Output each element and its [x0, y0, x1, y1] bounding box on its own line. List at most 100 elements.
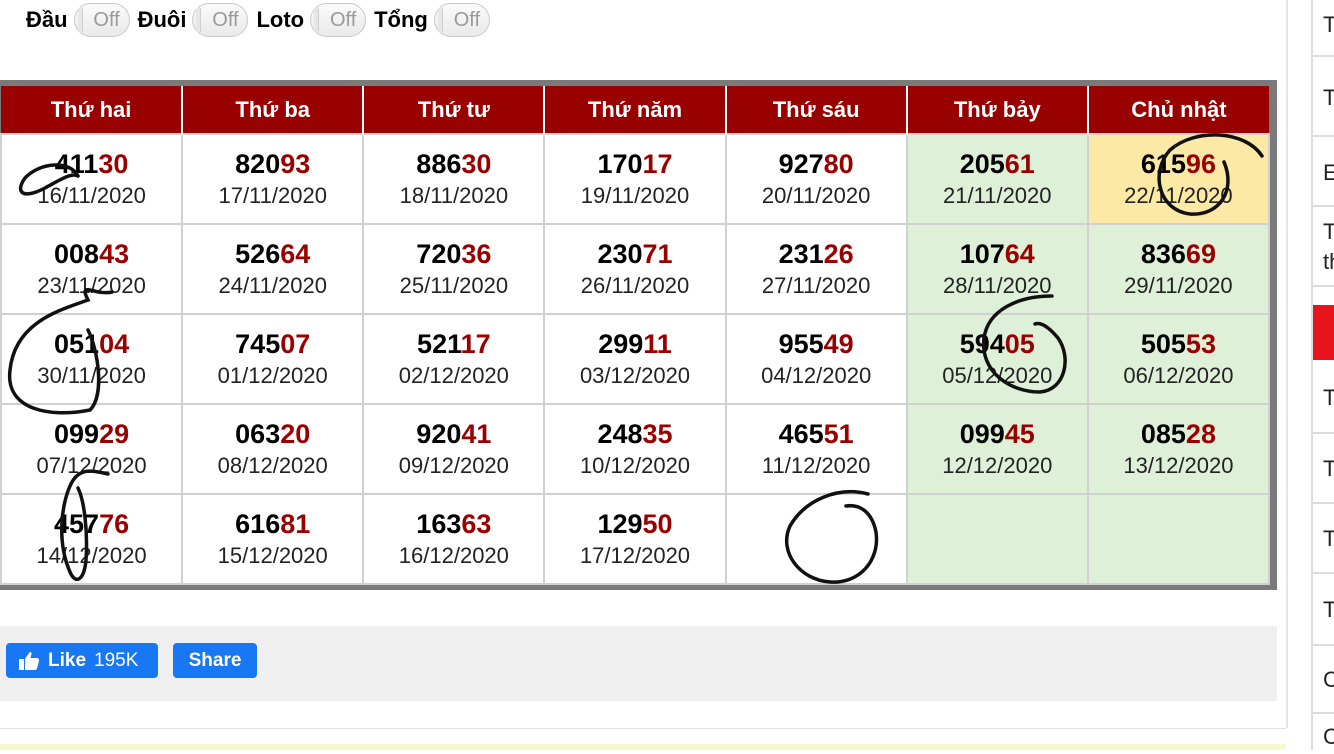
result-number: 17017 — [545, 147, 724, 181]
like-count: 195K — [94, 649, 139, 671]
toggle-dau[interactable]: Off — [73, 3, 130, 37]
header-saturday: Thứ bảy — [906, 86, 1089, 134]
toggle-label-loto: Loto — [256, 7, 305, 32]
filter-toggles: Đầu Off Đuôi Off Loto Off Tổng Off — [26, 1, 498, 39]
result-cell[interactable]: 00843 23/11/2020 — [0, 223, 184, 315]
result-cell[interactable]: 61596 22/11/2020 — [1086, 133, 1271, 225]
result-tail-digits: 80 — [823, 149, 854, 179]
result-date: 26/11/2020 — [580, 273, 690, 298]
result-cell[interactable]: 82093 17/11/2020 — [181, 133, 365, 225]
result-cell[interactable]: 20561 21/11/2020 — [905, 133, 1089, 225]
result-tail-digits: 43 — [99, 239, 130, 269]
result-number: 06320 — [183, 417, 362, 451]
result-number: 05104 — [2, 327, 181, 361]
toggle-duoi[interactable]: Off — [192, 3, 249, 37]
result-cell[interactable]: 23126 27/11/2020 — [724, 223, 908, 315]
result-cell[interactable]: 46551 11/12/2020 — [724, 403, 908, 495]
toggle-tong-state: Off — [453, 8, 481, 31]
facebook-like-button[interactable]: Like 195K — [6, 643, 158, 678]
toggle-tong[interactable]: Off — [433, 3, 490, 37]
sidebar-item[interactable]: T — [1313, 434, 1334, 504]
result-number: 29911 — [545, 327, 724, 361]
result-cell[interactable]: 06320 08/12/2020 — [181, 403, 365, 495]
result-cell[interactable]: 52117 02/12/2020 — [362, 313, 546, 405]
result-cell[interactable]: 09929 07/12/2020 — [0, 403, 184, 495]
result-cell[interactable]: 05104 30/11/2020 — [0, 313, 184, 405]
result-number: 83669 — [1089, 237, 1268, 271]
result-cell[interactable]: 45776 14/12/2020 — [0, 493, 184, 585]
result-date: 11/12/2020 — [761, 453, 871, 478]
facebook-share-button[interactable]: Share — [173, 643, 257, 678]
toggle-dau-state: Off — [93, 8, 120, 31]
toggle-loto-state: Off — [329, 8, 357, 31]
result-cell[interactable]: 88630 18/11/2020 — [362, 133, 546, 225]
result-head-digits: 205 — [959, 149, 1005, 179]
result-number: 61681 — [183, 507, 362, 541]
sidebar-item[interactable]: C — [1313, 646, 1334, 714]
sidebar-item[interactable]: T — [1313, 0, 1334, 57]
toggle-label-tong: Tổng — [374, 7, 428, 32]
result-cell[interactable]: 16363 16/12/2020 — [362, 493, 546, 585]
result-head-digits: 230 — [597, 239, 643, 269]
result-tail-digits: 17 — [460, 329, 491, 359]
result-number: 50553 — [1089, 327, 1268, 361]
result-tail-digits: 29 — [99, 419, 130, 449]
result-cell[interactable]: 23071 26/11/2020 — [543, 223, 727, 315]
result-cell[interactable]: 52664 24/11/2020 — [181, 223, 365, 315]
sidebar-red-banner — [1313, 305, 1334, 360]
header-monday: Thứ hai — [1, 86, 184, 134]
sidebar-item[interactable]: T th — [1313, 207, 1334, 287]
result-number: 41130 — [2, 147, 181, 181]
result-tail-digits: 49 — [823, 329, 854, 359]
result-cell[interactable]: 12950 17/12/2020 — [543, 493, 727, 585]
result-cell[interactable]: 72036 25/11/2020 — [362, 223, 546, 315]
result-cell[interactable]: 92041 09/12/2020 — [362, 403, 546, 495]
weekday-header-row: Thứ hai Thứ ba Thứ tư Thứ năm Thứ sáu Th… — [1, 86, 1269, 134]
result-cell[interactable]: 59405 05/12/2020 — [905, 313, 1089, 405]
result-cell[interactable]: 41130 16/11/2020 — [0, 133, 184, 225]
result-head-digits: 505 — [1140, 329, 1186, 359]
result-head-digits: 129 — [597, 509, 643, 539]
result-tail-digits: 63 — [461, 509, 492, 539]
sidebar-item[interactable]: T — [1313, 57, 1334, 137]
result-cell[interactable]: 61681 15/12/2020 — [181, 493, 365, 585]
result-cell — [1086, 493, 1271, 585]
result-date: 17/12/2020 — [579, 543, 691, 568]
result-cell[interactable]: 92780 20/11/2020 — [724, 133, 908, 225]
result-cell[interactable]: 17017 19/11/2020 — [543, 133, 727, 225]
result-cell[interactable]: 10764 28/11/2020 — [905, 223, 1089, 315]
result-head-digits: 063 — [235, 419, 281, 449]
result-date: 30/11/2020 — [37, 363, 146, 388]
result-cell[interactable]: 83669 29/11/2020 — [1086, 223, 1271, 315]
result-cell[interactable]: 74507 01/12/2020 — [181, 313, 365, 405]
result-tail-digits: 07 — [280, 329, 311, 359]
table-row: 00843 23/11/2020 52664 24/11/2020 72036 25/11… — [0, 223, 1271, 315]
result-head-digits: 457 — [54, 509, 100, 539]
result-tail-digits: 76 — [99, 509, 130, 539]
result-cell[interactable]: 95549 04/12/2020 — [724, 313, 908, 405]
social-bar: Like 195K Share — [0, 626, 1277, 701]
result-head-digits: 231 — [778, 239, 824, 269]
result-tail-digits: 30 — [461, 149, 492, 179]
result-date: 02/12/2020 — [398, 363, 509, 388]
sidebar-item[interactable]: T — [1313, 362, 1334, 434]
sidebar-item[interactable]: C — [1313, 714, 1334, 754]
result-cell[interactable]: 09945 12/12/2020 — [905, 403, 1089, 495]
toggle-loto[interactable]: Off — [310, 3, 367, 37]
header-friday: Thứ sáu — [725, 86, 908, 134]
result-date: 06/12/2020 — [1123, 363, 1234, 388]
result-date: 28/11/2020 — [943, 273, 1052, 298]
result-tail-digits: 64 — [1004, 239, 1035, 269]
result-cell[interactable]: 50553 06/12/2020 — [1086, 313, 1271, 405]
result-cell[interactable]: 08528 13/12/2020 — [1086, 403, 1271, 495]
result-cell[interactable]: 24835 10/12/2020 — [543, 403, 727, 495]
result-date: 14/12/2020 — [36, 543, 147, 568]
sidebar-item[interactable]: T — [1313, 504, 1334, 574]
result-cell[interactable]: 29911 03/12/2020 — [543, 313, 727, 405]
result-head-digits: 745 — [235, 329, 281, 359]
divider — [0, 728, 1286, 729]
result-number: 46551 — [727, 417, 906, 451]
sidebar-item[interactable]: T — [1313, 574, 1334, 646]
sidebar-item[interactable]: E — [1313, 137, 1334, 207]
result-date: 23/11/2020 — [37, 273, 146, 298]
